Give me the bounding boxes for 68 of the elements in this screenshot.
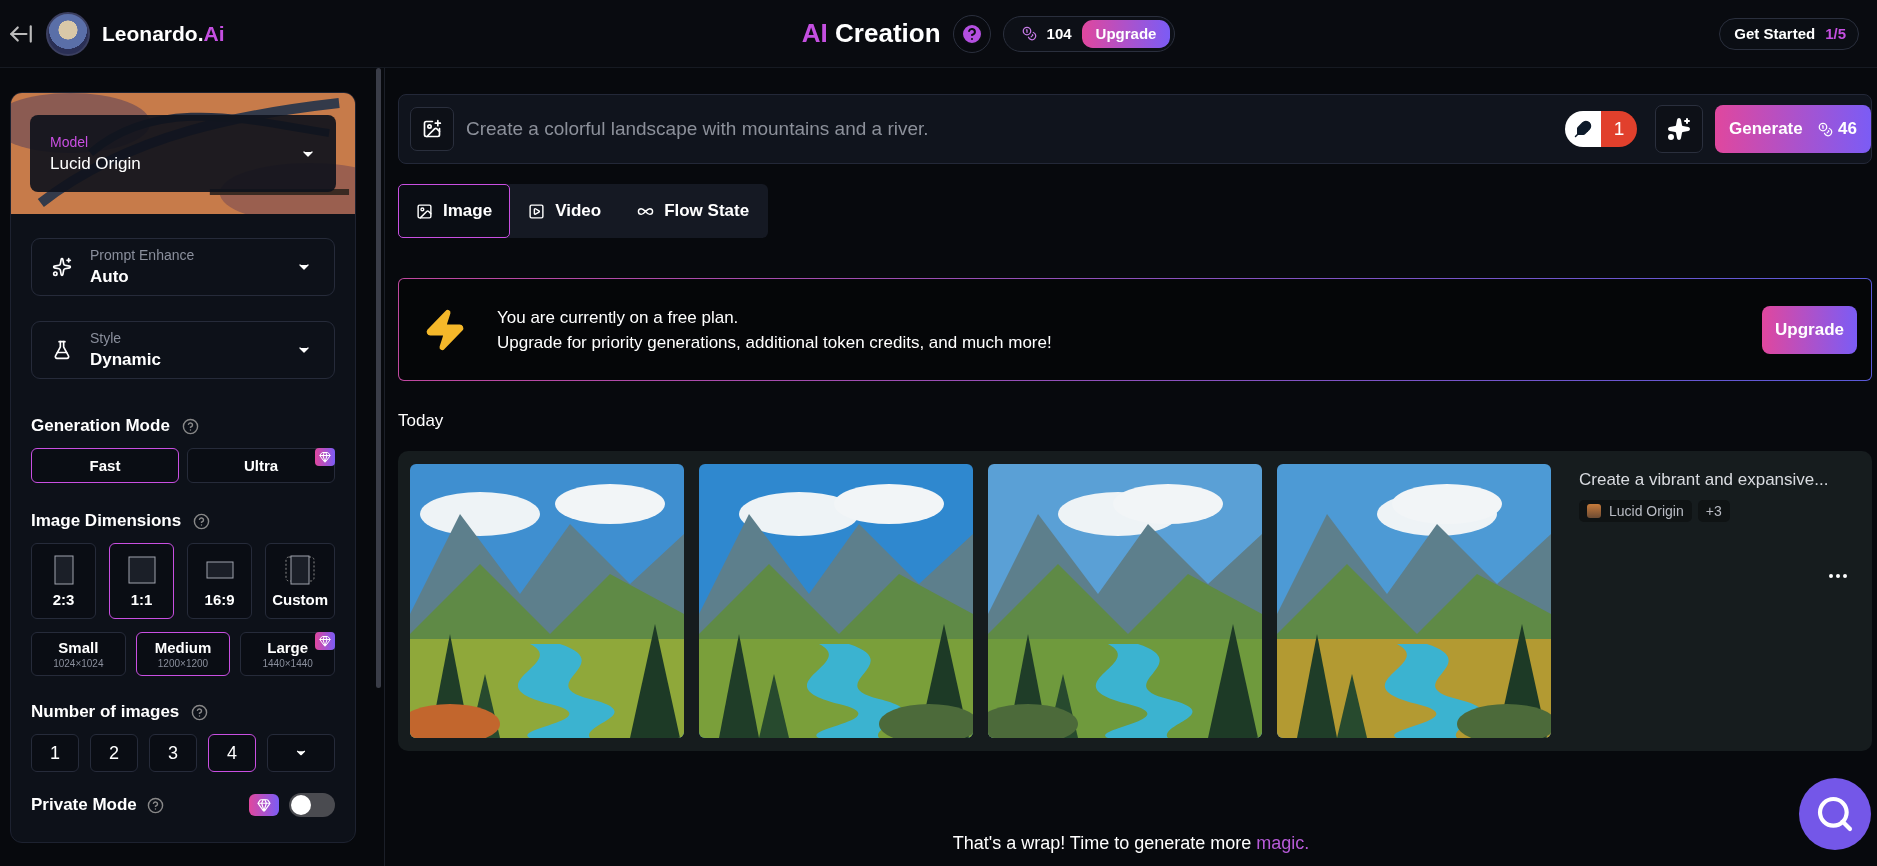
scrollbar[interactable] <box>376 68 381 688</box>
section-title: Today <box>398 411 445 431</box>
custom-ratio-icon <box>284 554 317 585</box>
count-option[interactable]: 4 <box>208 734 256 772</box>
model-value: Lucid Origin <box>50 153 141 174</box>
enhance-button[interactable] <box>1655 105 1703 153</box>
generate-button[interactable]: Generate 46 <box>1715 105 1871 153</box>
section-title: Generation Mode <box>31 416 170 436</box>
size-option[interactable]: Medium 1200×1200 <box>135 632 231 676</box>
coins-icon <box>1818 121 1834 137</box>
banner-text: You are currently on a free plan. Upgrade for priority generations, additional token credits, and much more! <box>497 306 1053 354</box>
model-label: Model <box>50 133 90 150</box>
sparkle-icon <box>1667 117 1691 141</box>
mode-option[interactable]: Fast <box>31 448 179 483</box>
dropdown[interactable]: Prompt Enhance Auto <box>31 238 335 296</box>
section-title: Number of images <box>31 702 180 722</box>
dropdown[interactable]: Style Dynamic <box>31 321 335 379</box>
image-plus-icon <box>422 119 442 139</box>
square-ratio-icon <box>125 554 158 585</box>
help-icon <box>191 703 209 721</box>
video-icon <box>528 202 546 220</box>
prompt-field[interactable]: Create a colorful landscape with mountains and a river. <box>466 118 1553 140</box>
mode-tab[interactable]: Video <box>510 184 620 238</box>
dropdown-value: Auto <box>90 267 130 287</box>
count-option[interactable]: 3 <box>149 734 197 772</box>
feather-icon <box>1574 120 1592 138</box>
model-thumbnail <box>1587 504 1601 518</box>
count-option[interactable]: 2 <box>90 734 138 772</box>
ratio-option[interactable]: 2:3 <box>31 543 97 619</box>
footer-text: That's a wrap! Time to generate more magic. <box>951 833 1311 854</box>
avatar[interactable] <box>46 11 90 56</box>
dropdown-label: Style <box>90 330 123 346</box>
model-tag: Lucid Origin <box>1579 500 1692 522</box>
ratio-option[interactable]: 1:1 <box>109 543 175 619</box>
dropdown-value: Dynamic <box>90 350 162 370</box>
size-option[interactable]: Large 1440×1440 <box>240 632 335 676</box>
sparkle-icon <box>52 257 72 277</box>
count-option[interactable]: 1 <box>31 734 79 772</box>
ratio-option[interactable]: Custom <box>265 543 335 619</box>
more-tag: +3 <box>1697 500 1730 522</box>
generation-prompt: Create a vibrant and expansive... <box>1579 470 1830 490</box>
section-title: Image Dimensions <box>31 511 182 531</box>
upgrade-button[interactable]: Upgrade <box>1081 19 1171 48</box>
get-started-button[interactable]: Get Started 1/5 <box>1719 17 1859 50</box>
private-mode-label: Private Mode <box>31 795 137 815</box>
upgrade-button[interactable]: Upgrade <box>1762 305 1857 354</box>
mode-tab[interactable]: Flow State <box>619 184 768 238</box>
model-dropdown[interactable]: Model Lucid Origin <box>30 115 336 192</box>
help-icon <box>146 796 164 814</box>
dropdown-label: Prompt Enhance <box>90 247 196 263</box>
generate-cost: 46 <box>1838 119 1857 139</box>
mode-tab[interactable]: Image <box>398 184 511 238</box>
image-icon <box>416 202 433 220</box>
search-icon <box>1815 794 1855 834</box>
add-image-button[interactable] <box>410 107 454 151</box>
brand-name: Leonardo.Ai <box>102 21 225 46</box>
size-option[interactable]: Small 1024×1024 <box>31 632 126 676</box>
help-icon <box>181 417 199 435</box>
credits-count: 104 <box>1046 25 1072 42</box>
premium-badge <box>249 794 279 816</box>
ratio-option[interactable]: 16:9 <box>187 543 253 619</box>
page-title: AI Creation <box>801 18 941 49</box>
coins-icon <box>1021 26 1037 41</box>
mode-option[interactable]: Ultra <box>187 448 335 483</box>
flask-icon <box>52 340 72 360</box>
count-value: 1 <box>1601 111 1637 147</box>
private-mode-toggle[interactable] <box>289 793 335 817</box>
help-icon <box>193 512 211 530</box>
